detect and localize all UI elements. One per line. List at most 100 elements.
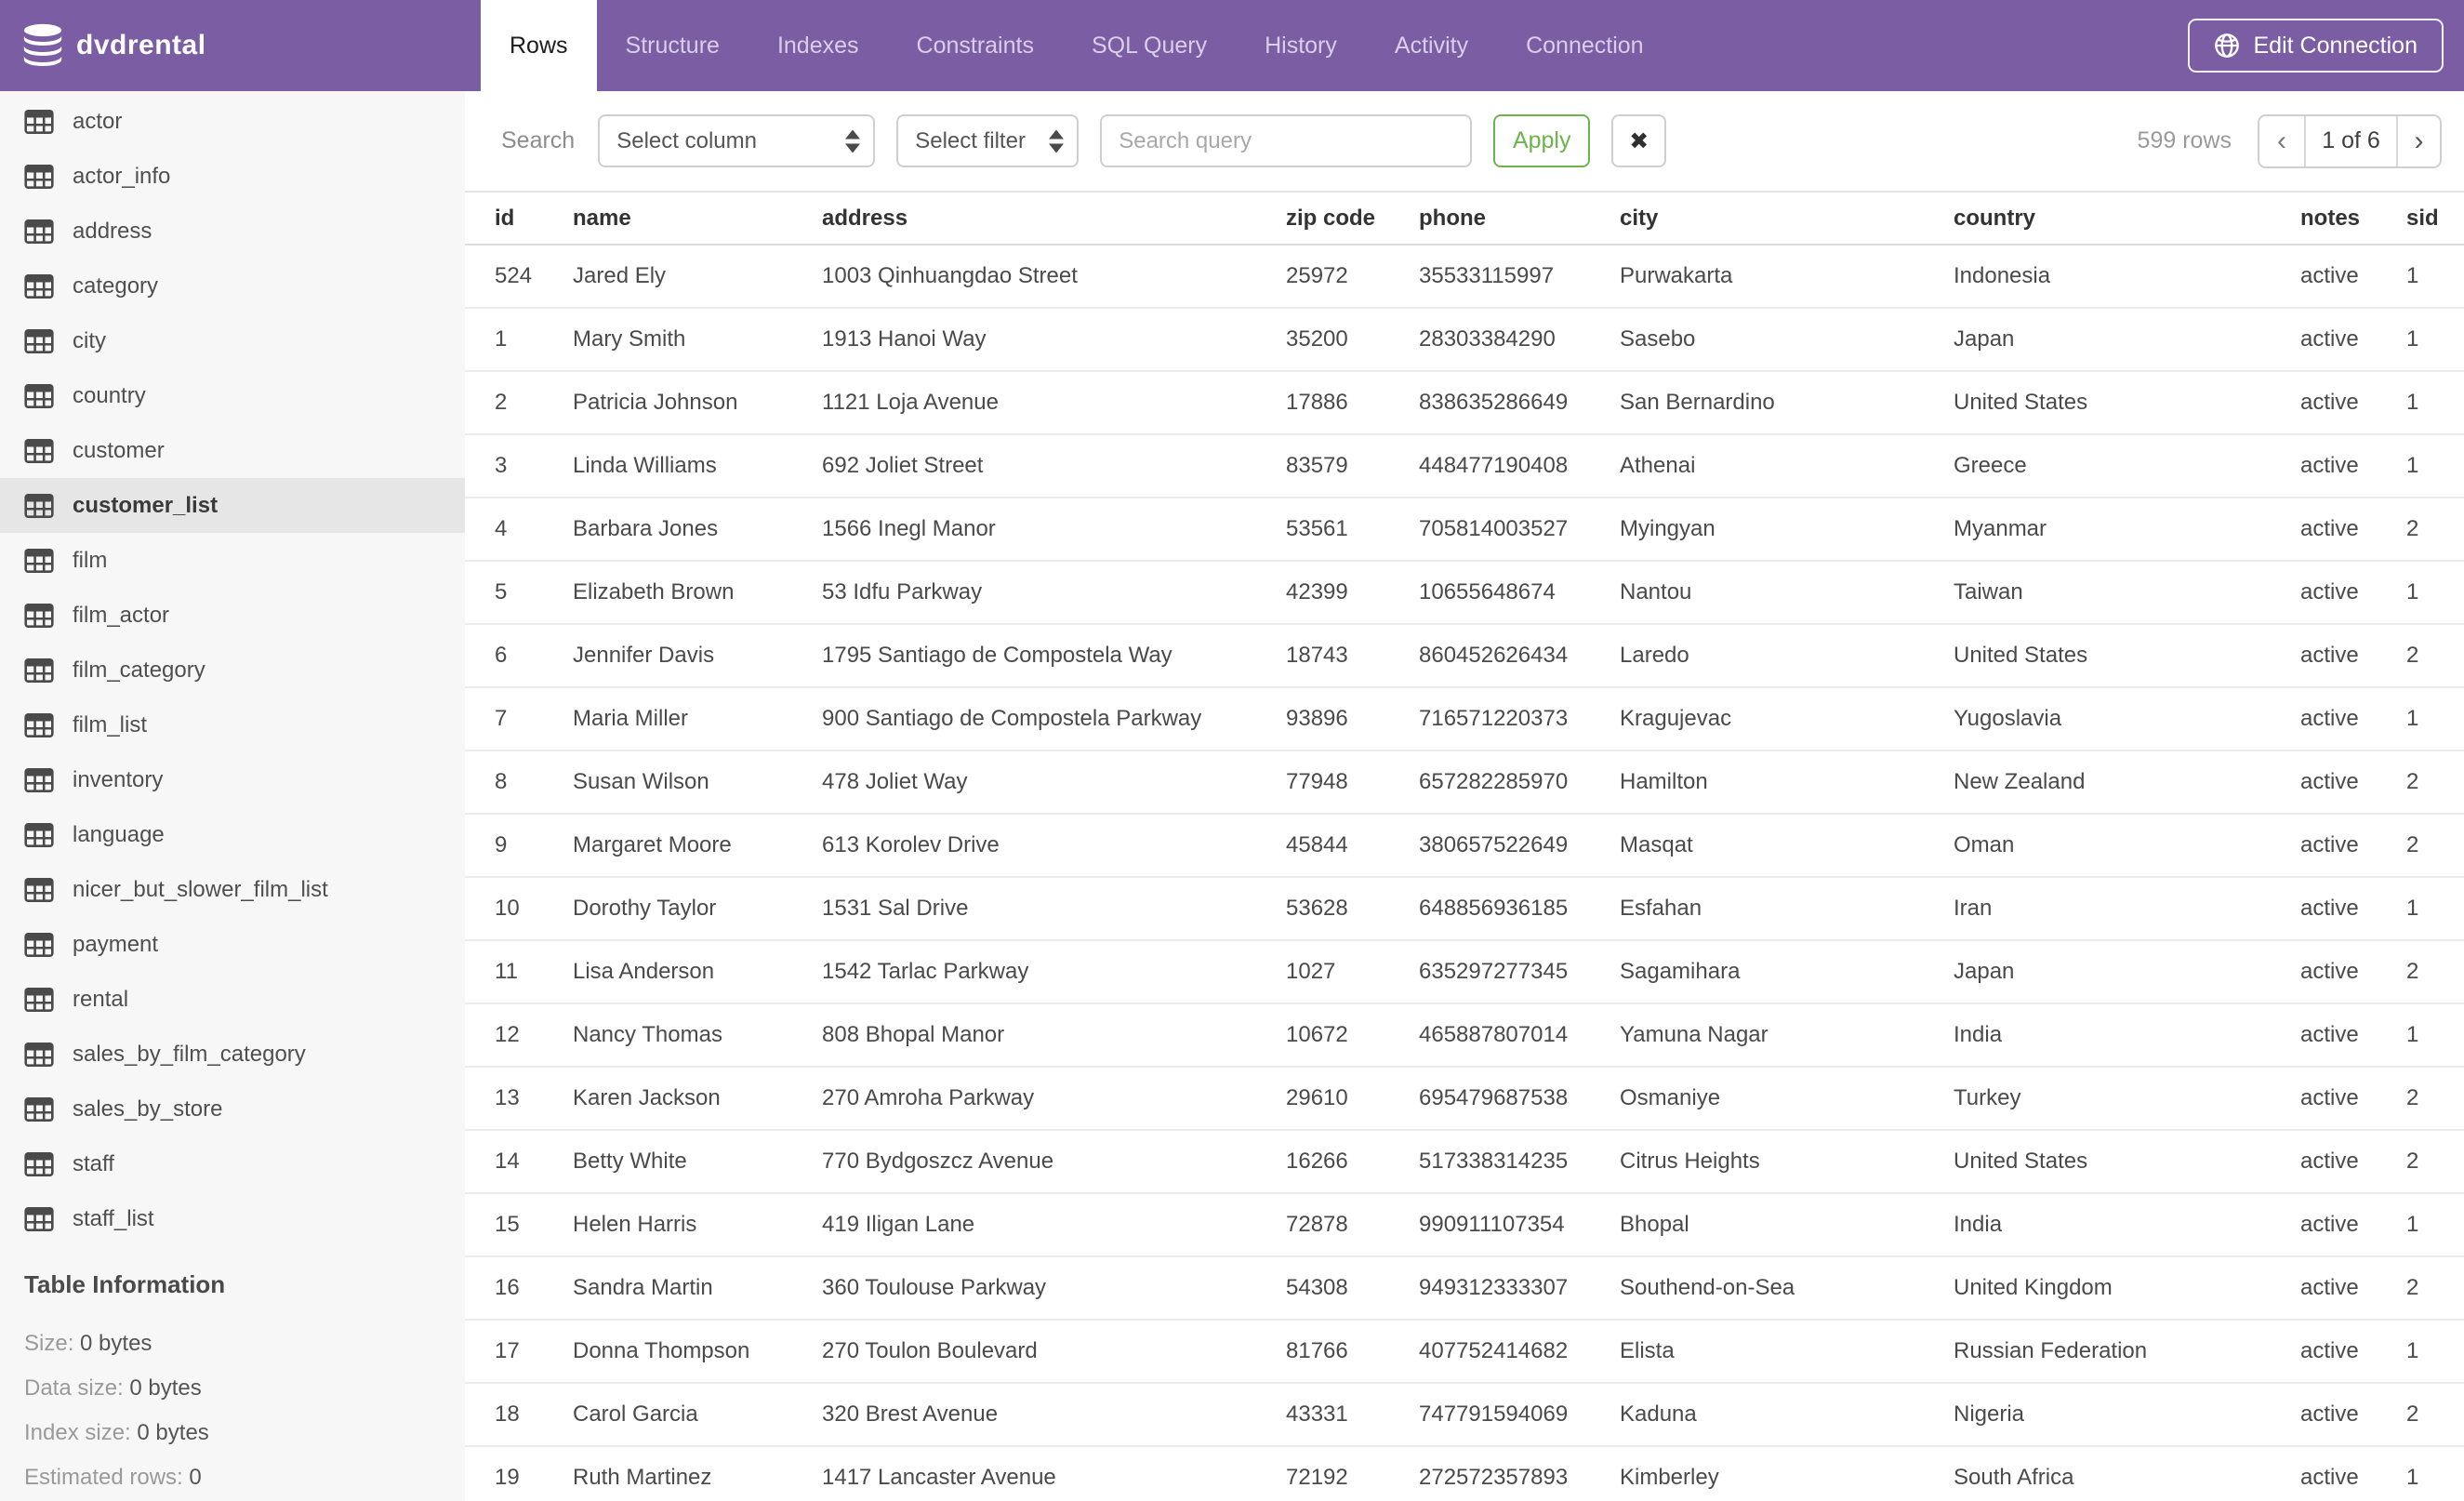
cell-city[interactable]: Southend-on-Sea bbox=[1620, 1256, 1954, 1320]
cell-zip-code[interactable]: 72878 bbox=[1286, 1193, 1419, 1256]
cell-sid[interactable]: 1 bbox=[2406, 687, 2464, 750]
cell-city[interactable]: Yamuna Nagar bbox=[1620, 1003, 1954, 1067]
cell-city[interactable]: Kaduna bbox=[1620, 1383, 1954, 1446]
cell-zip-code[interactable]: 10672 bbox=[1286, 1003, 1419, 1067]
sidebar-item-actor[interactable]: actor bbox=[0, 94, 465, 149]
cell-id[interactable]: 16 bbox=[465, 1256, 573, 1320]
sidebar-item-film_category[interactable]: film_category bbox=[0, 643, 465, 697]
sidebar-item-rental[interactable]: rental bbox=[0, 972, 465, 1027]
cell-zip-code[interactable]: 81766 bbox=[1286, 1320, 1419, 1383]
tab-history[interactable]: History bbox=[1236, 0, 1366, 91]
cell-sid[interactable]: 2 bbox=[2406, 498, 2464, 561]
cell-id[interactable]: 17 bbox=[465, 1320, 573, 1383]
cell-notes[interactable]: active bbox=[2300, 687, 2406, 750]
cell-zip-code[interactable]: 1027 bbox=[1286, 940, 1419, 1003]
cell-notes[interactable]: active bbox=[2300, 1383, 2406, 1446]
cell-city[interactable]: Kimberley bbox=[1620, 1446, 1954, 1501]
cell-city[interactable]: Laredo bbox=[1620, 624, 1954, 687]
cell-phone[interactable]: 860452626434 bbox=[1419, 624, 1620, 687]
cell-sid[interactable]: 2 bbox=[2406, 1383, 2464, 1446]
cell-phone[interactable]: 990911107354 bbox=[1419, 1193, 1620, 1256]
cell-country[interactable]: Greece bbox=[1954, 434, 2300, 498]
sidebar-item-sales_by_film_category[interactable]: sales_by_film_category bbox=[0, 1027, 465, 1082]
cell-id[interactable]: 10 bbox=[465, 877, 573, 940]
cell-address[interactable]: 320 Brest Avenue bbox=[822, 1383, 1286, 1446]
edit-connection-button[interactable]: Edit Connection bbox=[2188, 19, 2444, 73]
cell-name[interactable]: Maria Miller bbox=[573, 687, 822, 750]
cell-phone[interactable]: 380657522649 bbox=[1419, 814, 1620, 877]
cell-address[interactable]: 770 Bydgoszcz Avenue bbox=[822, 1130, 1286, 1193]
cell-zip-code[interactable]: 45844 bbox=[1286, 814, 1419, 877]
cell-name[interactable]: Patricia Johnson bbox=[573, 371, 822, 434]
cell-notes[interactable]: active bbox=[2300, 750, 2406, 814]
cell-address[interactable]: 270 Amroha Parkway bbox=[822, 1067, 1286, 1130]
cell-phone[interactable]: 747791594069 bbox=[1419, 1383, 1620, 1446]
cell-name[interactable]: Dorothy Taylor bbox=[573, 877, 822, 940]
cell-name[interactable]: Lisa Anderson bbox=[573, 940, 822, 1003]
cell-zip-code[interactable]: 29610 bbox=[1286, 1067, 1419, 1130]
sidebar-item-payment[interactable]: payment bbox=[0, 917, 465, 972]
cell-notes[interactable]: active bbox=[2300, 245, 2406, 308]
cell-phone[interactable]: 517338314235 bbox=[1419, 1130, 1620, 1193]
cell-country[interactable]: Yugoslavia bbox=[1954, 687, 2300, 750]
tab-sql-query[interactable]: SQL Query bbox=[1063, 0, 1236, 91]
cell-name[interactable]: Jennifer Davis bbox=[573, 624, 822, 687]
cell-city[interactable]: Citrus Heights bbox=[1620, 1130, 1954, 1193]
column-header-address[interactable]: address bbox=[822, 192, 1286, 245]
cell-phone[interactable]: 272572357893 bbox=[1419, 1446, 1620, 1501]
cell-name[interactable]: Mary Smith bbox=[573, 308, 822, 371]
cell-id[interactable]: 5 bbox=[465, 561, 573, 624]
cell-country[interactable]: Iran bbox=[1954, 877, 2300, 940]
cell-notes[interactable]: active bbox=[2300, 1130, 2406, 1193]
cell-id[interactable]: 1 bbox=[465, 308, 573, 371]
tab-rows[interactable]: Rows bbox=[481, 0, 597, 91]
cell-country[interactable]: Indonesia bbox=[1954, 245, 2300, 308]
cell-phone[interactable]: 949312333307 bbox=[1419, 1256, 1620, 1320]
cell-country[interactable]: United States bbox=[1954, 624, 2300, 687]
cell-city[interactable]: Bhopal bbox=[1620, 1193, 1954, 1256]
cell-sid[interactable]: 1 bbox=[2406, 1446, 2464, 1501]
cell-phone[interactable]: 407752414682 bbox=[1419, 1320, 1620, 1383]
sidebar-item-city[interactable]: city bbox=[0, 313, 465, 368]
cell-address[interactable]: 1566 Inegl Manor bbox=[822, 498, 1286, 561]
cell-zip-code[interactable]: 72192 bbox=[1286, 1446, 1419, 1501]
tab-indexes[interactable]: Indexes bbox=[748, 0, 888, 91]
cell-name[interactable]: Nancy Thomas bbox=[573, 1003, 822, 1067]
cell-name[interactable]: Carol Garcia bbox=[573, 1383, 822, 1446]
column-header-phone[interactable]: phone bbox=[1419, 192, 1620, 245]
sidebar-item-customer_list[interactable]: customer_list bbox=[0, 478, 465, 533]
cell-notes[interactable]: active bbox=[2300, 1067, 2406, 1130]
cell-address[interactable]: 613 Korolev Drive bbox=[822, 814, 1286, 877]
cell-city[interactable]: Masqat bbox=[1620, 814, 1954, 877]
cell-notes[interactable]: active bbox=[2300, 371, 2406, 434]
cell-name[interactable]: Jared Ely bbox=[573, 245, 822, 308]
cell-city[interactable]: Athenai bbox=[1620, 434, 1954, 498]
column-header-id[interactable]: id bbox=[465, 192, 573, 245]
tab-structure[interactable]: Structure bbox=[597, 0, 748, 91]
cell-address[interactable]: 1542 Tarlac Parkway bbox=[822, 940, 1286, 1003]
cell-phone[interactable]: 838635286649 bbox=[1419, 371, 1620, 434]
cell-sid[interactable]: 2 bbox=[2406, 940, 2464, 1003]
sidebar-item-country[interactable]: country bbox=[0, 368, 465, 423]
cell-notes[interactable]: active bbox=[2300, 814, 2406, 877]
cell-phone[interactable]: 648856936185 bbox=[1419, 877, 1620, 940]
sidebar-item-film[interactable]: film bbox=[0, 533, 465, 588]
cell-id[interactable]: 15 bbox=[465, 1193, 573, 1256]
cell-sid[interactable]: 2 bbox=[2406, 814, 2464, 877]
cell-sid[interactable]: 1 bbox=[2406, 308, 2464, 371]
cell-sid[interactable]: 2 bbox=[2406, 750, 2464, 814]
column-header-zip-code[interactable]: zip code bbox=[1286, 192, 1419, 245]
cell-notes[interactable]: active bbox=[2300, 624, 2406, 687]
filter-select[interactable]: Select filter bbox=[896, 114, 1080, 167]
cell-city[interactable]: Kragujevac bbox=[1620, 687, 1954, 750]
tab-connection[interactable]: Connection bbox=[1497, 0, 1672, 91]
cell-id[interactable]: 11 bbox=[465, 940, 573, 1003]
cell-zip-code[interactable]: 54308 bbox=[1286, 1256, 1419, 1320]
cell-country[interactable]: South Africa bbox=[1954, 1446, 2300, 1501]
cell-country[interactable]: New Zealand bbox=[1954, 750, 2300, 814]
cell-id[interactable]: 13 bbox=[465, 1067, 573, 1130]
cell-city[interactable]: Nantou bbox=[1620, 561, 1954, 624]
sidebar-item-film_actor[interactable]: film_actor bbox=[0, 588, 465, 643]
cell-address[interactable]: 1417 Lancaster Avenue bbox=[822, 1446, 1286, 1501]
sidebar-item-category[interactable]: category bbox=[0, 259, 465, 313]
